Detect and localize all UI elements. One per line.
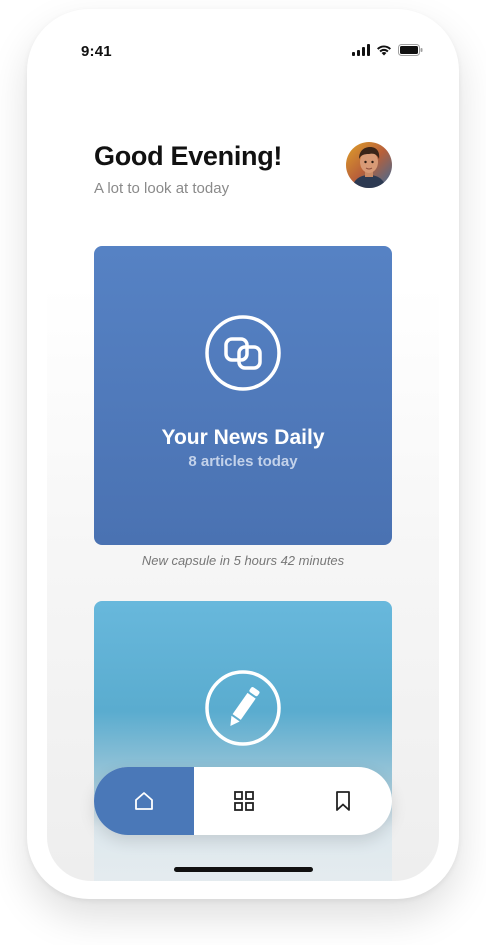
phone-frame: 9:41 Good Evening! A lot to look at toda…: [27, 9, 459, 899]
grid-icon: [233, 791, 254, 811]
status-time: 9:41: [81, 43, 112, 60]
bottom-tab-bar: [94, 767, 392, 835]
avatar[interactable]: [346, 142, 392, 188]
card-title: Your News Daily: [161, 426, 325, 449]
cellular-signal-icon: [352, 44, 370, 56]
write-card[interactable]: [94, 601, 392, 881]
news-daily-card[interactable]: Your News Daily 8 articles today: [94, 246, 392, 545]
bookmark-icon: [335, 791, 350, 811]
tab-browse[interactable]: [194, 767, 293, 835]
next-capsule-caption: New capsule in 5 hours 42 minutes: [141, 553, 345, 568]
status-bar: 9:41: [47, 29, 439, 73]
tab-bookmarks[interactable]: [293, 767, 392, 835]
home-indicator[interactable]: [174, 867, 313, 872]
capsule-icon: [205, 315, 281, 391]
pencil-icon: [205, 670, 281, 746]
card-subtitle: 8 articles today: [188, 453, 298, 470]
battery-icon: [398, 44, 423, 56]
tab-home[interactable]: [94, 767, 194, 835]
home-icon: [135, 792, 153, 810]
greeting-title: Good Evening!: [94, 141, 283, 171]
status-icons: [352, 44, 423, 56]
app-screen: 9:41 Good Evening! A lot to look at toda…: [47, 29, 439, 881]
greeting-subtitle: A lot to look at today: [94, 180, 230, 197]
wifi-icon: [377, 45, 391, 56]
avatar-image: [346, 142, 392, 188]
